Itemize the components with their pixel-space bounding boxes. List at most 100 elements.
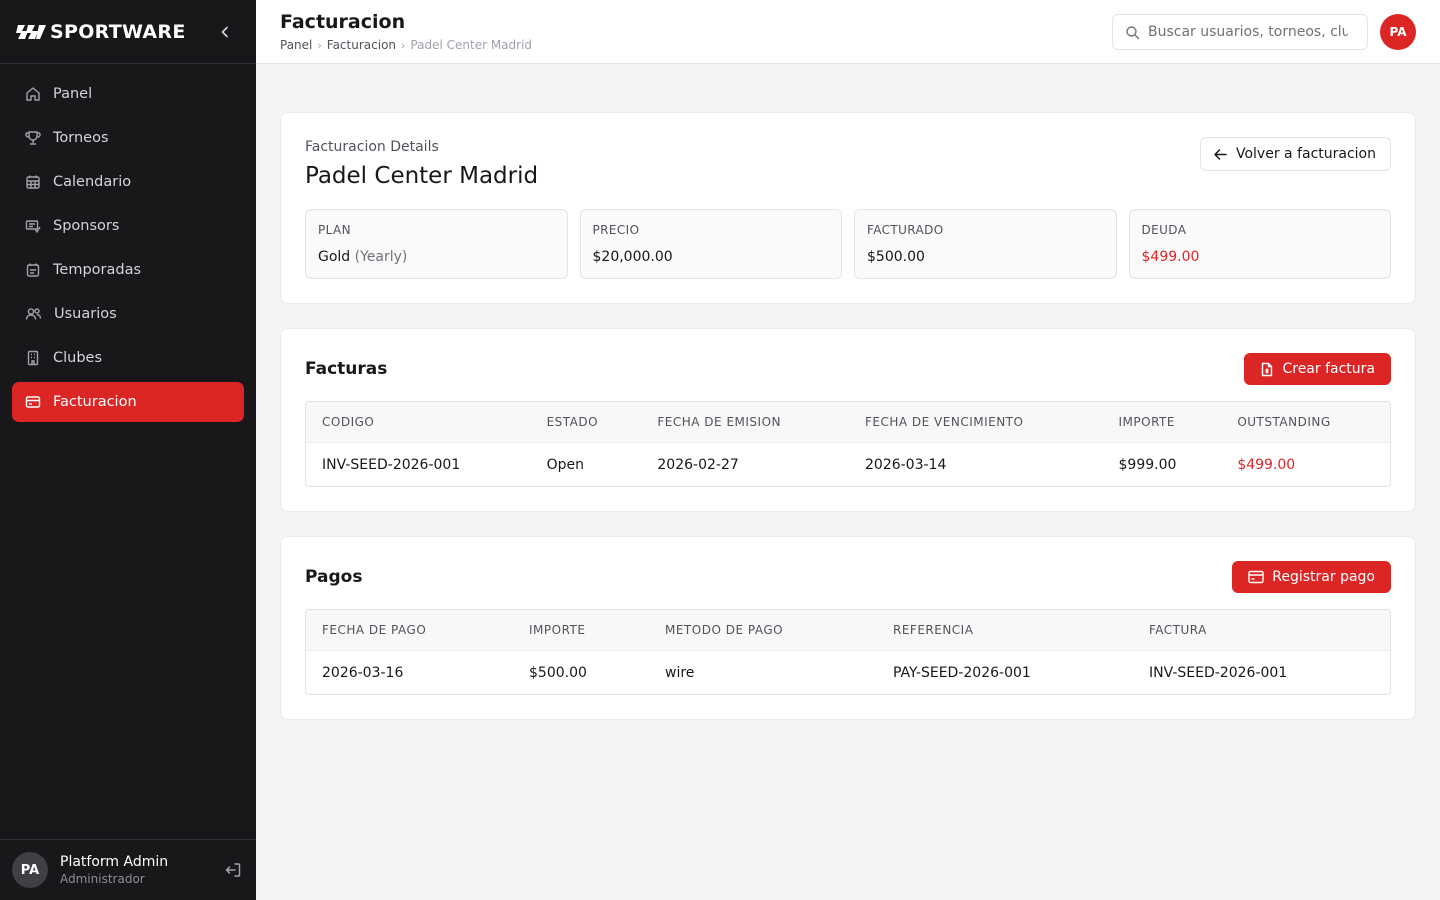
avatar[interactable]: PA bbox=[12, 852, 48, 888]
plan-name: Gold bbox=[318, 249, 351, 265]
sidebar-user: PA Platform Admin Administrador bbox=[0, 839, 256, 900]
payments-table: FECHA DE PAGO IMPORTE METODO DE PAGO REF… bbox=[305, 609, 1391, 695]
wallet-icon bbox=[25, 396, 41, 408]
collapse-sidebar-button[interactable] bbox=[214, 21, 236, 43]
logout-button[interactable] bbox=[222, 859, 244, 881]
avatar[interactable]: PA bbox=[1380, 14, 1416, 50]
column-header[interactable]: ESTADO bbox=[531, 415, 642, 429]
sidebar-item-facturacion[interactable]: Facturacion bbox=[12, 382, 244, 422]
details-card: Facturacion Details Padel Center Madrid … bbox=[280, 112, 1416, 304]
back-to-billing-button[interactable]: Volver a facturacion bbox=[1199, 137, 1391, 171]
table-header: CODIGO ESTADO FECHA DE EMISION FECHA DE … bbox=[306, 402, 1390, 442]
stats-row: PLAN Gold (Yearly) PRECIO $20,000.00 FAC… bbox=[305, 209, 1391, 279]
topbar: Facturacion Panel › Facturacion › Padel … bbox=[256, 0, 1440, 64]
breadcrumb: Panel › Facturacion › Padel Center Madri… bbox=[280, 38, 532, 52]
sidebar-item-panel[interactable]: Panel bbox=[12, 74, 244, 114]
stat-value: Gold (Yearly) bbox=[318, 248, 555, 266]
invoice-code[interactable]: INV-SEED-2026-001 bbox=[306, 457, 531, 473]
logout-icon bbox=[225, 863, 241, 877]
column-header[interactable]: CODIGO bbox=[306, 415, 531, 429]
sidebar-item-label: Temporadas bbox=[53, 262, 142, 278]
stat-billed: FACTURADO $500.00 bbox=[854, 209, 1117, 279]
trophy-icon bbox=[25, 131, 41, 145]
stat-value: $499.00 bbox=[1141, 249, 1200, 265]
stat-price: PRECIO $20,000.00 bbox=[579, 209, 842, 279]
invoice-due-date: 2026-03-14 bbox=[865, 456, 947, 473]
sidebar-item-label: Sponsors bbox=[53, 218, 120, 234]
sidebar-item-label: Calendario bbox=[53, 174, 132, 190]
stat-label: FACTURADO bbox=[867, 223, 944, 237]
calendar-icon bbox=[26, 175, 40, 189]
column-header[interactable]: OUTSTANDING bbox=[1221, 415, 1390, 429]
sidebar-nav: Panel Torneos Calendario Sponsors Tempor… bbox=[0, 64, 256, 422]
sidebar-item-temporadas[interactable]: Temporadas bbox=[12, 250, 244, 290]
register-payment-label: Registrar pago bbox=[1272, 569, 1375, 585]
column-header[interactable]: METODO DE PAGO bbox=[649, 623, 877, 637]
breadcrumb-link-panel[interactable]: Panel bbox=[280, 38, 312, 52]
calendar-list-icon bbox=[26, 263, 40, 277]
sidebar-item-label: Clubes bbox=[53, 350, 103, 366]
users-icon bbox=[25, 308, 42, 320]
page-title: Facturacion bbox=[280, 11, 406, 33]
payment-amount: $500.00 bbox=[529, 664, 587, 681]
invoice-amount: $999.00 bbox=[1118, 456, 1177, 473]
register-payment-button[interactable]: Registrar pago bbox=[1232, 561, 1391, 593]
column-header[interactable]: FECHA DE EMISION bbox=[641, 415, 849, 429]
sponsor-icon bbox=[25, 220, 41, 234]
column-header[interactable]: FECHA DE VENCIMIENTO bbox=[849, 415, 1103, 429]
table-row[interactable]: INV-SEED-2026-001 Open 2026-02-27 2026-0… bbox=[306, 442, 1390, 486]
user-name: Platform Admin bbox=[60, 854, 169, 870]
column-header[interactable]: IMPORTE bbox=[513, 623, 649, 637]
sidebar-item-label: Torneos bbox=[53, 130, 109, 146]
invoice-outstanding: $499.00 bbox=[1237, 456, 1296, 473]
brand-name: SPORTWARE bbox=[50, 20, 186, 43]
create-invoice-label: Crear factura bbox=[1282, 361, 1375, 377]
home-icon bbox=[26, 87, 40, 101]
column-header[interactable]: REFERENCIA bbox=[877, 623, 1133, 637]
sidebar-item-torneos[interactable]: Torneos bbox=[12, 118, 244, 158]
arrow-left-icon bbox=[1214, 148, 1227, 160]
sidebar: SPORTWARE Panel Torneos Calendario Spons… bbox=[0, 0, 256, 900]
payment-date: 2026-03-16 bbox=[322, 664, 404, 681]
file-invoice-icon bbox=[1262, 362, 1273, 376]
invoices-table: CODIGO ESTADO FECHA DE EMISION FECHA DE … bbox=[305, 401, 1391, 487]
column-header[interactable]: FECHA DE PAGO bbox=[306, 623, 513, 637]
sportware-logo-icon bbox=[16, 24, 46, 39]
payment-invoice-link[interactable]: INV-SEED-2026-001 bbox=[1133, 665, 1390, 681]
breadcrumb-current: Padel Center Madrid bbox=[410, 38, 533, 52]
column-header[interactable]: IMPORTE bbox=[1103, 415, 1222, 429]
sidebar-item-calendario[interactable]: Calendario bbox=[12, 162, 244, 202]
invoice-issue-date: 2026-02-27 bbox=[657, 456, 739, 473]
table-row[interactable]: 2026-03-16 $500.00 wire PAY-SEED-2026-00… bbox=[306, 650, 1390, 694]
stat-plan: PLAN Gold (Yearly) bbox=[305, 209, 568, 279]
sidebar-item-usuarios[interactable]: Usuarios bbox=[12, 294, 244, 334]
sidebar-item-sponsors[interactable]: Sponsors bbox=[12, 206, 244, 246]
create-invoice-button[interactable]: Crear factura bbox=[1244, 353, 1391, 385]
sidebar-item-label: Facturacion bbox=[53, 394, 137, 410]
stat-label: PLAN bbox=[318, 223, 351, 237]
column-header[interactable]: FACTURA bbox=[1133, 623, 1390, 637]
search-icon bbox=[1126, 25, 1140, 39]
sidebar-item-clubes[interactable]: Clubes bbox=[12, 338, 244, 378]
back-button-label: Volver a facturacion bbox=[1235, 146, 1376, 162]
brand-logo[interactable]: SPORTWARE bbox=[16, 21, 186, 43]
section-title: Pagos bbox=[305, 567, 363, 587]
table-header: FECHA DE PAGO IMPORTE METODO DE PAGO REF… bbox=[306, 610, 1390, 650]
user-role: Administrador bbox=[60, 872, 145, 886]
brand-bar: SPORTWARE bbox=[0, 0, 256, 64]
stat-label: DEUDA bbox=[1141, 223, 1187, 237]
sidebar-item-label: Panel bbox=[53, 86, 93, 102]
payments-card: Pagos Registrar pago FECHA DE PAGO IMPOR… bbox=[280, 536, 1416, 720]
breadcrumb-separator: › bbox=[317, 38, 322, 52]
payment-reference: PAY-SEED-2026-001 bbox=[893, 664, 1031, 681]
details-title: Padel Center Madrid bbox=[305, 163, 539, 189]
breadcrumb-link-facturacion[interactable]: Facturacion bbox=[327, 38, 396, 52]
search-input[interactable] bbox=[1148, 24, 1348, 40]
stat-value: $500.00 bbox=[867, 249, 925, 265]
search-box[interactable] bbox=[1112, 14, 1368, 50]
wallet-icon bbox=[1248, 570, 1264, 584]
building-icon bbox=[27, 350, 39, 366]
details-label: Facturacion Details bbox=[305, 139, 439, 155]
section-title: Facturas bbox=[305, 359, 388, 379]
user-info: Platform Admin Administrador bbox=[60, 853, 210, 887]
